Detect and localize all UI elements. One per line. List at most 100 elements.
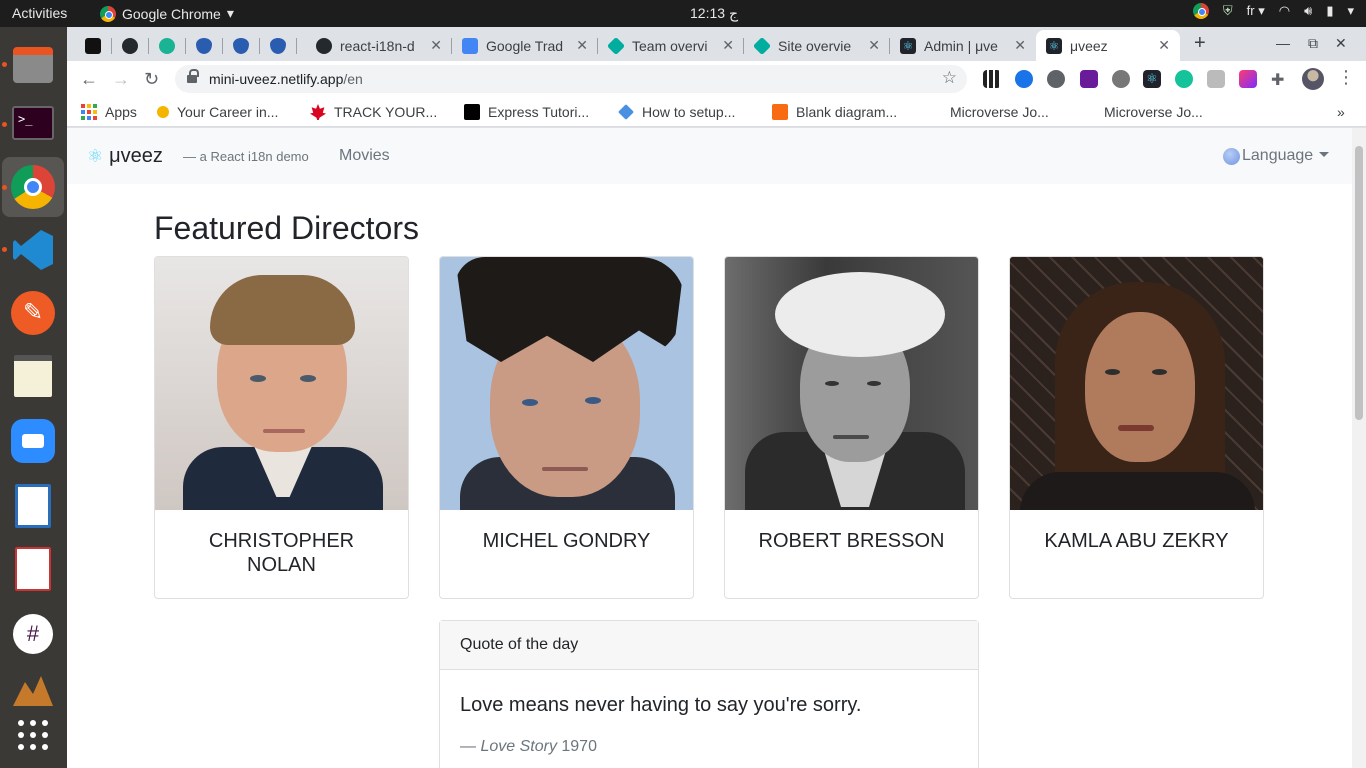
tab-admin[interactable]: ⚛ Admin | μve ✕ [890,30,1036,61]
wifi-icon[interactable]: ◠ [1279,3,1290,19]
app-menu[interactable]: Google Chrome ▾ [100,5,234,22]
director-card[interactable]: ROBERT BRESSON [724,256,979,599]
quote-card-header: Quote of the day [440,621,978,670]
quote-source: — Love Story 1970 [460,738,597,755]
bookmark-track-your[interactable]: TRACK YOUR... [310,104,437,120]
eyedropper-extension-icon[interactable] [1080,70,1098,88]
back-button[interactable]: ← [80,69,98,90]
reload-button[interactable]: ↻ [144,69,159,90]
tab-pinned-4[interactable] [186,30,223,61]
terminal-app-icon[interactable]: >_ [9,99,57,147]
address-bar[interactable]: mini-uveez.netlify.app/en ☆ [175,65,967,93]
libreoffice-writer-icon[interactable] [9,482,57,530]
power-menu-icon[interactable]: ▾ [1347,3,1354,19]
close-icon[interactable]: ✕ [868,37,880,54]
tab-react-i18n[interactable]: react-i18n-d ✕ [306,30,452,61]
another-app-icon[interactable] [9,667,57,715]
extension-icon[interactable] [1239,70,1257,88]
close-icon[interactable]: ✕ [1014,37,1026,54]
qr-code-extension-icon[interactable] [983,70,1001,88]
react-devtools-icon[interactable]: ⚛ [1143,70,1161,88]
nav-link-movies[interactable]: Movies [339,147,390,165]
tab-site-overview[interactable]: Site overvie ✕ [744,30,890,61]
close-icon[interactable]: ✕ [576,37,588,54]
files-app-icon[interactable] [9,41,57,89]
close-window-button[interactable]: ✕ [1335,35,1347,52]
extension-icon[interactable] [1015,70,1033,88]
postman-app-icon[interactable]: ✎ [9,289,57,337]
new-tab-button[interactable]: + [1194,32,1206,55]
puzzle-extensions-icon[interactable]: ✚ [1271,70,1289,89]
director-card[interactable]: CHRISTOPHER NOLAN [154,256,409,599]
close-icon[interactable]: ✕ [430,37,442,54]
tab-label: Team overvi [632,37,708,54]
keyboard-layout[interactable]: fr ▾ [1247,3,1265,19]
system-top-bar: Activities Google Chrome ▾ 12:13 ج ⛨ fr … [0,0,1366,27]
tab-team-overview[interactable]: Team overvi ✕ [598,30,744,61]
battery-icon[interactable]: ▮ [1326,3,1333,19]
chrome-icon [100,5,116,22]
document-viewer-icon[interactable] [9,545,57,593]
bookmark-apps[interactable]: Apps [81,104,137,120]
forward-button[interactable]: → [112,69,130,90]
bookmark-express-tutorial[interactable]: Express Tutori... [464,104,589,120]
bug-extension-icon[interactable] [1047,70,1065,88]
tab-label: Google Trad [486,37,564,54]
scrollbar-thumb[interactable] [1355,146,1363,420]
vscode-app-icon[interactable] [9,226,57,274]
system-tray[interactable]: ⛨ fr ▾ ◠ 🔊︎ ▮ ▾ [1192,3,1354,19]
slack-app-icon[interactable]: # [9,610,57,658]
dock: >_ ✎ # [0,27,67,768]
activities-button[interactable]: Activities [12,5,67,21]
tab-favicon-icon [85,37,101,54]
volume-icon[interactable]: 🔊︎ [1304,3,1312,19]
tab-pinned-2[interactable] [112,30,149,61]
maximize-button[interactable]: ⧉ [1308,35,1318,52]
bookmark-your-career[interactable]: Your Career in... [157,104,278,120]
url-text[interactable]: mini-uveez.netlify.app/en [209,71,363,87]
bookmark-microverse-2[interactable]: Microverse Jo... [1104,104,1203,120]
close-icon[interactable]: ✕ [722,37,734,54]
more-bookmarks-icon[interactable]: » [1337,104,1345,120]
tab-google-translate[interactable]: Google Trad ✕ [452,30,598,61]
chrome-menu-icon[interactable]: ⋮ [1337,67,1355,88]
quote-source-year: 1970 [556,738,597,755]
lock-icon[interactable] [187,69,199,84]
close-icon[interactable]: ✕ [1158,37,1170,54]
shield-icon[interactable]: ⛨ [1223,3,1233,19]
director-card[interactable]: KAMLA ABU ZEKRY [1009,256,1264,599]
bookmark-favicon-icon [618,104,634,120]
director-card[interactable]: MICHEL GONDRY [439,256,694,599]
netlify-icon [752,36,772,55]
shield-icon [196,37,212,54]
page-scrollbar[interactable] [1352,128,1366,768]
chrome-indicator-icon[interactable] [1192,3,1209,19]
running-indicator [2,185,7,190]
tab-pinned-5[interactable] [223,30,260,61]
grammarly-icon[interactable] [1175,70,1193,88]
text-editor-app-icon[interactable] [9,352,57,400]
tab-uveez[interactable]: ⚛ μveez ✕ [1036,30,1180,61]
profile-avatar[interactable] [1302,68,1324,90]
language-dropdown[interactable]: Language [1223,147,1330,165]
director-name: KAMLA ABU ZEKRY [1044,530,1229,552]
bookmark-microverse-1[interactable]: Microverse Jo... [950,104,1049,120]
zoom-app-icon[interactable] [9,417,57,465]
show-applications-icon[interactable] [9,711,57,759]
bookmark-blank-diagram[interactable]: Blank diagram... [772,104,897,120]
minimize-button[interactable]: — [1276,35,1290,51]
extension-icon[interactable] [1207,70,1225,88]
tab-pinned-3[interactable] [149,30,186,61]
tab-pinned-1[interactable] [75,30,112,61]
chrome-app-icon[interactable] [2,157,64,217]
tab-label: Site overvie [778,37,852,54]
brand-link[interactable]: ⚛ μveez [87,145,163,168]
bookmark-how-to-setup[interactable]: How to setup... [618,104,735,120]
bookmark-star-icon[interactable]: ☆ [942,68,957,88]
clock[interactable]: 12:13 ج [690,5,738,22]
running-indicator [2,62,7,67]
tab-pinned-6[interactable] [260,30,297,61]
page-title: Featured Directors [154,210,419,246]
extension-icon[interactable] [1112,70,1130,88]
browser-toolbar: ← → ↻ mini-uveez.netlify.app/en ☆ ⚛ ✚ ⋮ [67,61,1366,97]
